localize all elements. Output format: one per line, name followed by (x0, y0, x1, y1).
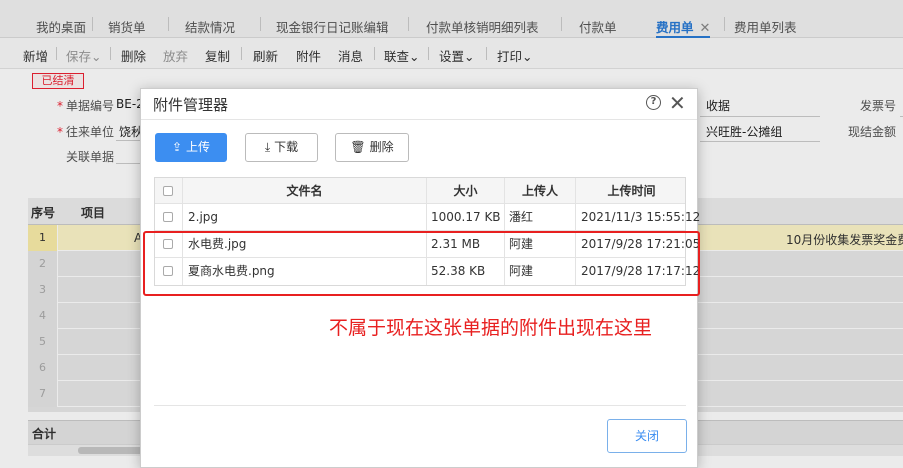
file-time: 2021/11/3 15:55:12 (581, 210, 701, 224)
file-uploader: 潘红 (505, 204, 576, 230)
file-size: 1000.17 KB (427, 204, 505, 230)
download-icon: ⤓ (264, 140, 271, 154)
close-icon[interactable]: ✕ (669, 91, 686, 115)
annotation-text: 不属于现在这张单据的附件出现在这里 (329, 317, 653, 339)
select-all-checkbox[interactable] (163, 186, 173, 196)
row-checkbox[interactable] (163, 212, 173, 222)
attachment-table-header: 文件名 大小 上传人 上传时间 (155, 178, 685, 204)
close-dialog-button[interactable]: 关闭 (607, 419, 687, 453)
upload-button[interactable]: ⇪ 上传 (155, 133, 227, 162)
help-icon[interactable]: ? (646, 95, 661, 110)
dialog-title: 附件管理器 (153, 96, 229, 114)
download-button[interactable]: ⤓ 下载 (245, 133, 318, 162)
trash-icon: 🗑 (350, 140, 366, 154)
delete-attachment-button[interactable]: 🗑 删除 (335, 133, 409, 162)
table-row[interactable]: 2.jpg 1000.17 KB 潘红 2021/11/3 15:55:12 (155, 204, 701, 231)
annotation-highlight-box (143, 231, 700, 296)
upload-icon: ⇪ (171, 140, 183, 154)
file-name[interactable]: 2.jpg (183, 204, 427, 230)
